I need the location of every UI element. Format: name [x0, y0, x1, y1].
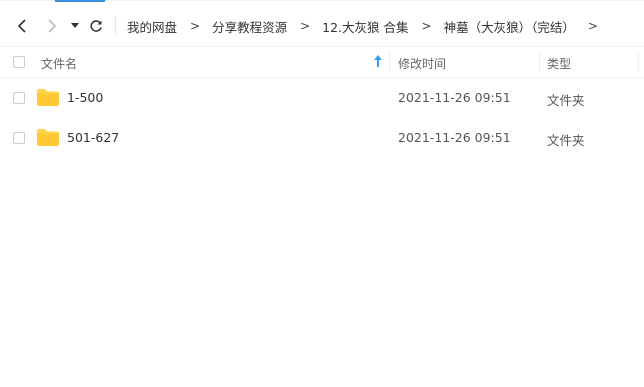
folder-icon	[37, 89, 59, 106]
breadcrumb-separator: >	[421, 19, 432, 33]
breadcrumb-separator: >	[190, 19, 201, 33]
refresh-button[interactable]	[86, 8, 106, 44]
sort-ascending-icon[interactable]	[374, 55, 382, 67]
file-row[interactable]: 501-627 2021-11-26 09:51 文件夹	[0, 118, 644, 158]
file-type: 文件夹	[547, 93, 585, 108]
nav-separator	[115, 16, 116, 36]
history-dropdown-button[interactable]	[68, 8, 82, 44]
breadcrumb-item[interactable]: 12.大灰狼 合集	[322, 17, 408, 36]
breadcrumb-separator: >	[300, 19, 311, 33]
breadcrumb-item[interactable]: 分享教程资源	[212, 17, 287, 36]
file-name[interactable]: 1-500	[67, 90, 103, 105]
navigation-bar: 我的网盘 > 分享教程资源 > 12.大灰狼 合集 > 神墓（大灰狼）（完结） …	[0, 8, 644, 44]
chevron-left-icon	[17, 19, 26, 33]
breadcrumb-item[interactable]: 我的网盘	[127, 17, 177, 36]
file-row[interactable]: 1-500 2021-11-26 09:51 文件夹	[0, 78, 644, 118]
breadcrumb-item[interactable]: 神墓（大灰狼）（完结）	[444, 17, 575, 36]
column-divider[interactable]	[638, 51, 639, 73]
file-name[interactable]: 501-627	[67, 130, 119, 145]
breadcrumb-separator: >	[587, 19, 598, 33]
column-header-type[interactable]: 类型	[547, 55, 571, 72]
column-header-modified[interactable]: 修改时间	[398, 55, 446, 72]
forward-button[interactable]	[42, 8, 62, 44]
dropdown-caret-icon	[71, 23, 79, 28]
file-modified: 2021-11-26 09:51	[398, 130, 511, 145]
breadcrumb: 我的网盘 > 分享教程资源 > 12.大灰狼 合集 > 神墓（大灰狼）（完结） …	[127, 8, 610, 44]
chevron-right-icon	[48, 19, 57, 33]
file-modified: 2021-11-26 09:51	[398, 90, 511, 105]
row-checkbox[interactable]	[13, 132, 25, 144]
folder-icon	[37, 129, 59, 146]
file-list-header: 文件名 修改时间 类型	[0, 46, 644, 78]
refresh-icon	[90, 20, 102, 32]
file-type: 文件夹	[547, 133, 585, 148]
column-divider[interactable]	[539, 51, 540, 73]
column-divider[interactable]	[389, 51, 390, 73]
back-button[interactable]	[12, 8, 32, 44]
row-checkbox[interactable]	[13, 92, 25, 104]
column-header-name[interactable]: 文件名	[41, 55, 77, 72]
select-all-checkbox[interactable]	[13, 56, 25, 68]
active-tab-indicator	[55, 0, 105, 2]
